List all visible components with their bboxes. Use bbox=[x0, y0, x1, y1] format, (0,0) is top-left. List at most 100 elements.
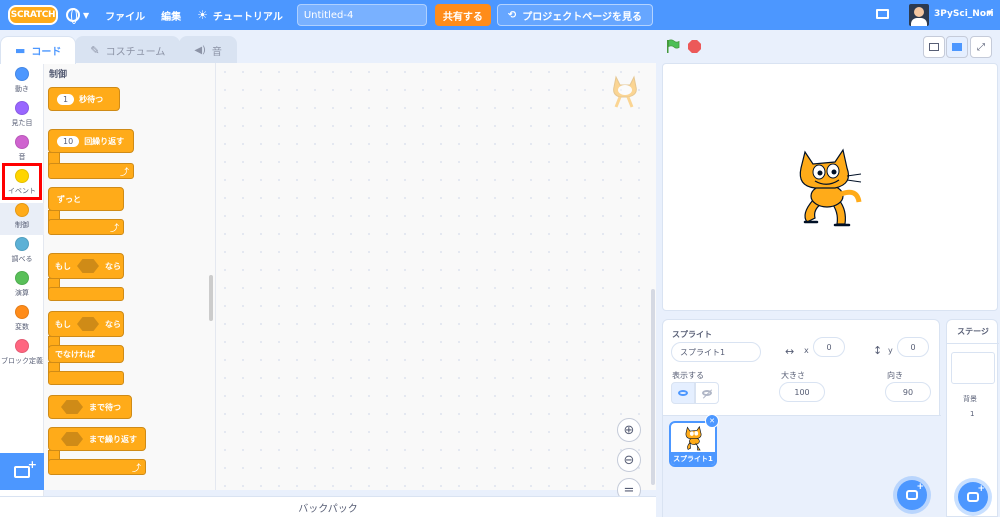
backdrop-count: 1 bbox=[970, 410, 975, 418]
category-variables[interactable]: 変数 bbox=[0, 305, 44, 337]
category-control[interactable]: 制御 bbox=[0, 203, 44, 235]
username-label[interactable]: 3PySci_Nori bbox=[934, 9, 994, 19]
project-title-input[interactable]: Untitled-4 bbox=[296, 4, 427, 26]
wait-seconds-input[interactable]: 1 bbox=[57, 93, 75, 105]
language-menu[interactable]: ▼ bbox=[58, 0, 97, 30]
category-sound-dot bbox=[15, 135, 29, 149]
show-label: 表示する bbox=[672, 371, 704, 380]
wait-seconds-label: 秒待つ bbox=[79, 94, 104, 104]
x-arrows-icon: ↔ bbox=[785, 345, 795, 358]
editor-tabs: ▬ コード ✎ コスチューム ◀) 音 bbox=[0, 36, 237, 64]
forever-block[interactable]: ずっと bbox=[48, 187, 124, 211]
category-events[interactable]: イベント bbox=[0, 169, 44, 201]
repeat-count-input[interactable]: 10 bbox=[57, 135, 80, 147]
show-sprite-button[interactable] bbox=[671, 382, 695, 404]
small-stage-icon bbox=[929, 43, 939, 51]
block-categories: 動き 見た目 音 イベント 制御 調べる 演算 変数 ブロック定義 bbox=[0, 63, 44, 517]
zoom-in-icon: ⊕ bbox=[623, 422, 635, 438]
see-project-page-button[interactable]: ⟲ プロジェクトページを見る bbox=[496, 4, 654, 26]
repeat-until-label: まで繰り返す bbox=[89, 434, 137, 444]
scratch-cat-sprite[interactable] bbox=[791, 148, 867, 230]
eye-off-icon bbox=[702, 390, 712, 396]
wait-until-block[interactable]: まで待つ bbox=[48, 395, 132, 419]
add-sprite-icon bbox=[906, 482, 924, 500]
tab-costumes[interactable]: ✎ コスチューム bbox=[75, 36, 181, 64]
stage-selector[interactable]: ステージ 背景 1 bbox=[946, 319, 999, 517]
category-control-dot bbox=[15, 203, 29, 217]
category-variables-dot bbox=[15, 305, 29, 319]
add-extension-button[interactable] bbox=[0, 453, 44, 490]
if-else-block[interactable]: もし なら bbox=[48, 311, 124, 337]
large-stage-button[interactable] bbox=[946, 36, 968, 58]
category-events-dot bbox=[15, 169, 29, 183]
chevron-down-icon[interactable]: ▼ bbox=[987, 9, 992, 17]
file-menu[interactable]: ファイル bbox=[97, 0, 153, 30]
category-my-blocks[interactable]: ブロック定義 bbox=[0, 339, 44, 371]
menu-bar: SCRATCH ▼ ファイル 編集 ☀ チュートリアル Untitled-4 共… bbox=[0, 0, 1000, 30]
x-position-input[interactable]: 0 bbox=[813, 337, 845, 357]
if-then-block[interactable]: もし なら bbox=[48, 253, 124, 279]
else-label: でなければ bbox=[55, 349, 95, 359]
fullscreen-button[interactable]: ⤢ bbox=[970, 36, 992, 58]
loop-arrow-icon: ⤴ bbox=[132, 464, 142, 474]
small-stage-button[interactable] bbox=[923, 36, 945, 58]
stop-icon[interactable] bbox=[688, 40, 701, 53]
direction-input[interactable]: 90 bbox=[885, 382, 931, 402]
scratch-logo[interactable]: SCRATCH bbox=[8, 5, 58, 25]
stage-thumbnail[interactable] bbox=[951, 352, 995, 384]
chevron-down-icon: ▼ bbox=[83, 10, 90, 20]
add-extension-icon bbox=[14, 458, 37, 478]
tab-sounds-label: 音 bbox=[211, 47, 222, 58]
stage[interactable] bbox=[662, 63, 998, 311]
palette-section-title: 制御 bbox=[49, 70, 68, 80]
tutorials-menu[interactable]: ☀ チュートリアル bbox=[189, 0, 291, 30]
wait-until-condition-slot[interactable] bbox=[61, 400, 83, 414]
script-area-scrollbar[interactable] bbox=[651, 289, 655, 485]
tab-code[interactable]: ▬ コード bbox=[0, 36, 77, 64]
repeat-until-block[interactable]: まで繰り返す bbox=[48, 427, 146, 451]
wait-seconds-block[interactable]: 1 秒待つ bbox=[48, 87, 120, 111]
user-avatar[interactable] bbox=[909, 4, 929, 26]
edit-menu[interactable]: 編集 bbox=[153, 0, 189, 30]
category-my-blocks-label: ブロック定義 bbox=[1, 357, 43, 365]
category-sensing[interactable]: 調べる bbox=[0, 237, 44, 269]
add-sprite-button[interactable] bbox=[897, 480, 927, 510]
category-motion-dot bbox=[15, 67, 29, 81]
sprite-label: スプライト bbox=[672, 330, 712, 339]
category-looks[interactable]: 見た目 bbox=[0, 101, 44, 133]
if-else-condition-slot[interactable] bbox=[77, 317, 99, 331]
loop-arrow-icon: ⤴ bbox=[110, 224, 120, 234]
tab-sounds[interactable]: ◀) 音 bbox=[179, 36, 237, 64]
share-button[interactable]: 共有する bbox=[434, 4, 491, 26]
if-condition-slot[interactable] bbox=[77, 259, 99, 273]
globe-icon bbox=[66, 8, 80, 24]
category-operators-dot bbox=[15, 271, 29, 285]
category-looks-dot bbox=[15, 101, 29, 115]
green-flag-icon[interactable] bbox=[666, 39, 680, 53]
repeat-block[interactable]: 10 回繰り返す bbox=[48, 129, 134, 153]
category-variables-label: 変数 bbox=[15, 323, 29, 331]
size-input[interactable]: 100 bbox=[779, 382, 825, 402]
trash-icon[interactable]: ✕ bbox=[705, 414, 719, 428]
repeat-until-condition-slot[interactable] bbox=[61, 432, 83, 446]
category-operators-label: 演算 bbox=[15, 289, 29, 297]
zoom-in-button[interactable]: ⊕ bbox=[617, 418, 641, 442]
category-operators[interactable]: 演算 bbox=[0, 271, 44, 303]
add-backdrop-button[interactable] bbox=[958, 482, 988, 512]
sprite-name-input[interactable]: スプライト1 bbox=[671, 342, 761, 362]
category-motion[interactable]: 動き bbox=[0, 67, 44, 99]
see-project-page-label: プロジェクトページを見る bbox=[522, 11, 643, 23]
palette-scrollbar[interactable] bbox=[209, 275, 213, 321]
if-else-suffix-label: なら bbox=[105, 319, 121, 329]
backpack-bar[interactable]: バックパック bbox=[0, 496, 656, 517]
sprite-tile-name: スプライト1 bbox=[671, 452, 715, 465]
y-position-input[interactable]: 0 bbox=[897, 337, 929, 357]
sprite-list: スプライト1 ✕ bbox=[663, 414, 941, 517]
script-area[interactable] bbox=[216, 63, 656, 490]
hide-sprite-button[interactable] bbox=[695, 382, 719, 404]
my-stuff-folder-icon[interactable] bbox=[876, 9, 889, 19]
fullscreen-icon: ⤢ bbox=[977, 41, 985, 53]
zoom-out-button[interactable]: ⊖ bbox=[617, 448, 641, 472]
category-sound[interactable]: 音 bbox=[0, 135, 44, 167]
brush-icon: ✎ bbox=[90, 44, 100, 57]
